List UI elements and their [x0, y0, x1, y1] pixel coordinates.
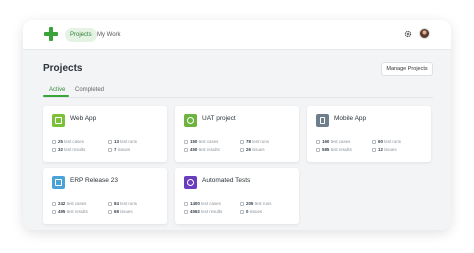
issues-stat: 68 issues	[108, 209, 133, 215]
test-cases-stat: 150 test cases	[184, 139, 218, 145]
manage-projects-button[interactable]: Manage Projects	[381, 62, 433, 76]
project-card-automated-tests[interactable]: Automated Tests 1400 test cases 205 test…	[175, 168, 299, 224]
project-title: ERP Release 23	[70, 177, 118, 184]
project-card-web-app[interactable]: Web App 25 test cases 13 test runs 32 te…	[43, 106, 167, 162]
project-card-mobile-app[interactable]: Mobile App 160 test cases 60 test runs 5…	[307, 106, 431, 162]
top-navigation-bar: Projects My Work	[23, 20, 451, 50]
mobile-icon	[316, 114, 329, 127]
test-cases-stat: 1400 test cases	[184, 201, 221, 207]
test-cases-stat: 25 test cases	[52, 139, 84, 145]
project-title: Mobile App	[334, 115, 367, 122]
issues-stat: 0 issues	[240, 209, 262, 215]
project-title: UAT project	[202, 115, 236, 122]
project-card-uat-project[interactable]: UAT project 150 test cases 78 test runs …	[175, 106, 299, 162]
test-results-stat: 585 test results	[316, 147, 352, 153]
test-results-stat: 495 test results	[52, 209, 88, 215]
test-results-stat: 32 test results	[52, 147, 85, 153]
nav-tab-my-work[interactable]: My Work	[92, 28, 126, 42]
spreadsheet-icon	[52, 176, 65, 189]
users-icon	[184, 114, 197, 127]
test-runs-stat: 78 test runs	[240, 139, 269, 145]
gear-icon[interactable]	[404, 30, 412, 38]
issues-stat: 26 issues	[240, 147, 265, 153]
test-cases-stat: 242 test cases	[52, 201, 86, 207]
test-runs-stat: 205 test runs	[240, 201, 271, 207]
app-window: Projects My Work Projects Manage Project…	[23, 20, 451, 230]
test-runs-stat: 60 test runs	[372, 139, 401, 145]
issues-stat: 7 issues	[108, 147, 130, 153]
test-runs-stat: 84 test runs	[108, 201, 137, 207]
project-title: Web App	[70, 115, 97, 122]
logo-icon[interactable]	[44, 27, 58, 41]
test-results-stat: 450 test results	[184, 147, 220, 153]
project-title: Automated Tests	[202, 177, 251, 184]
page-title: Projects	[43, 63, 83, 74]
automation-icon	[184, 176, 197, 189]
test-cases-stat: 160 test cases	[316, 139, 350, 145]
tabs-divider	[43, 97, 433, 98]
test-runs-stat: 13 test runs	[108, 139, 137, 145]
test-results-stat: 4562 test results	[184, 209, 222, 215]
avatar[interactable]	[419, 28, 430, 39]
app-window-icon	[52, 114, 65, 127]
project-card-erp-release-23[interactable]: ERP Release 23 242 test cases 84 test ru…	[43, 168, 167, 224]
issues-stat: 12 issues	[372, 147, 397, 153]
